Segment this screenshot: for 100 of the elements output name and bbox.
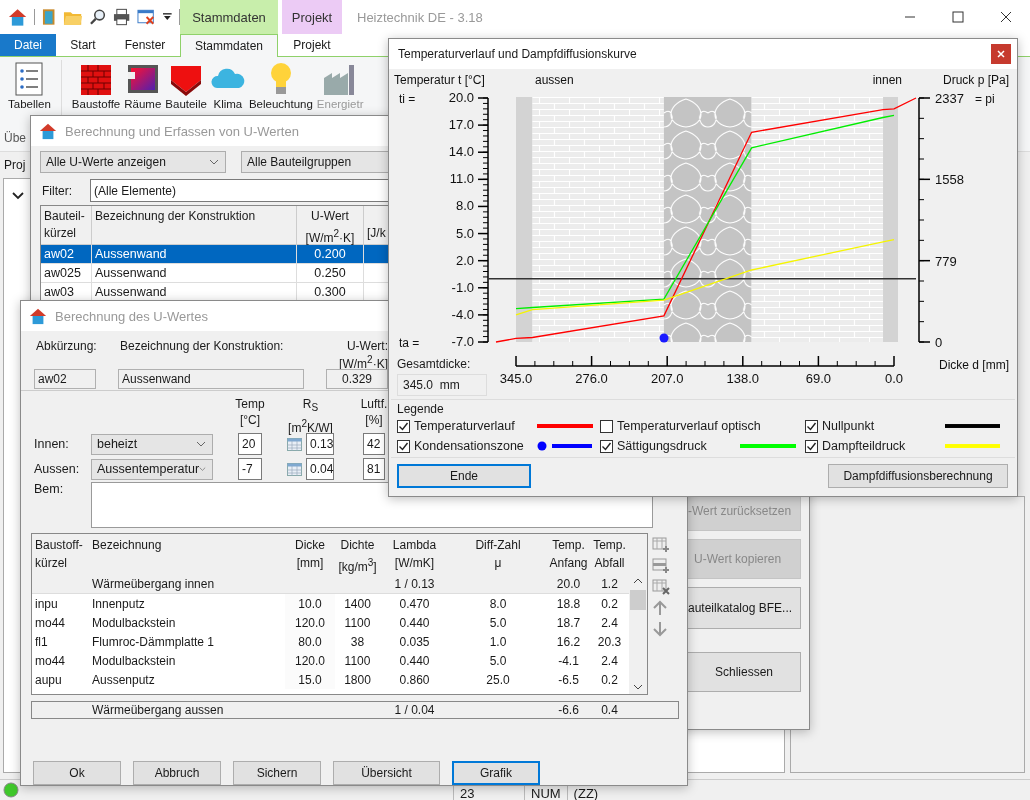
contextual-tab-header: Stammdaten <box>180 0 278 34</box>
table-cell: 0.250 <box>297 264 364 282</box>
filter-label: Filter: <box>41 183 73 198</box>
table-cell-text: Modulbackstein <box>91 652 177 670</box>
table-cell-text: 0.470 <box>398 595 431 613</box>
tick-label: 0.0 <box>884 371 904 386</box>
tick-label: 1558 <box>935 172 964 188</box>
table-cell-text: 20.3 <box>596 633 623 651</box>
legend-title: Legende <box>397 402 445 416</box>
table-cell-text: 1.0 <box>488 633 508 651</box>
tick-label: 207.0 <box>650 371 684 386</box>
checkbox-label: Temperaturverlauf optisch <box>617 419 761 433</box>
table-cell-text: 25.0 <box>485 671 511 689</box>
table-cell-text: inpu <box>34 595 59 613</box>
side-label: aussen <box>535 73 574 87</box>
table-cell: aw02 <box>41 245 92 263</box>
tick-label: 5.0 <box>455 225 474 241</box>
table-cell: aw025 <box>41 264 92 282</box>
tick-label: 779 <box>935 253 957 269</box>
tick-label: 69.0 <box>805 371 832 386</box>
window-title: Temperaturverlauf und Dampfdiffusionskurve <box>398 47 637 61</box>
table-cell-text: 18.7 <box>555 614 582 632</box>
axis-label: ta = <box>399 336 420 350</box>
contextual-tab-header: Projekt <box>282 0 342 34</box>
table-cell: 0.200 <box>297 245 364 263</box>
table-cell-text: mo44 <box>34 614 67 632</box>
column-header: R$_{S}$ <box>302 396 319 416</box>
table-cell-text: 0.2 <box>600 595 619 613</box>
table-cell-text: 0.4 <box>600 702 619 718</box>
column-header: Temp <box>235 396 265 412</box>
table-cell: 15.0 <box>285 670 335 689</box>
tick-label: -4.0 <box>451 306 474 322</box>
checkbox-label: Kondensationszone <box>414 439 524 453</box>
table-cell-text: -6.5 <box>557 671 580 689</box>
table-cell-text: Flumroc-Dämmplatte 1 <box>91 633 216 651</box>
field-label: U-Wert: <box>346 339 388 353</box>
table-cell-text: 2.4 <box>600 652 619 670</box>
table-cell-text: 0.860 <box>398 671 431 689</box>
table-cell: Aussenwand <box>92 264 297 282</box>
table-cell-text: 1800 <box>343 671 372 689</box>
table-cell: 10.0 <box>285 594 335 613</box>
table-cell-text: mo44 <box>34 652 67 670</box>
tick-label: 2337 <box>935 91 964 106</box>
table-cell-text: 5.0 <box>488 614 508 632</box>
table-cell: 120.0 <box>285 613 335 632</box>
table-cell-text: 16.2 <box>555 633 582 651</box>
table-cell-text: 1.2 <box>600 575 619 593</box>
total-thickness-field: 345.0 mm <box>397 374 487 396</box>
table-cell: 80.0 <box>285 632 335 651</box>
axis-label: ti = <box>399 92 416 106</box>
field-label: Bem: <box>34 482 65 498</box>
unit-label: [°C] <box>239 412 261 428</box>
checkbox-label: Dampfteildruck <box>822 439 906 453</box>
tick-label: 276.0 <box>575 371 608 386</box>
table-cell-text: 0.440 <box>398 614 431 632</box>
field-label: Bezeichnung der Konstruktion: <box>119 339 285 355</box>
side-label: innen <box>872 73 902 87</box>
tick-label: -7.0 <box>451 334 474 349</box>
tick-label: 17.0 <box>448 117 474 133</box>
table-cell-text: 18.8 <box>555 595 582 613</box>
tick-label: 20.0 <box>448 90 474 105</box>
table-cell-text: -6.6 <box>557 702 580 718</box>
checkbox-label: Sättigungsdruck <box>617 439 707 453</box>
table-cell-text: aupu <box>34 671 63 689</box>
tick-label: 138.0 <box>726 371 760 386</box>
column-header: Luftf. <box>360 396 388 412</box>
table-cell: 120.0 <box>285 651 335 670</box>
dialog-title: Berechnung des U-Wertes <box>55 308 208 324</box>
table-cell-text: 1400 <box>343 595 372 613</box>
panel-title: Proj <box>3 157 26 174</box>
table-cell-text: Innenputz <box>91 595 146 613</box>
tick-label: 14.0 <box>448 144 474 160</box>
axis-title: Dicke d [mm] <box>939 358 1009 372</box>
table-cell-text: fl1 <box>34 633 49 651</box>
table-cell-text: Modulbackstein <box>91 614 177 632</box>
field-label: Gesamtdicke: <box>397 357 472 371</box>
table-cell-text: Wärmeübergang aussen <box>91 702 225 718</box>
axis-label: = pi <box>975 92 995 106</box>
table-cell-text: 1 / 0.13 <box>393 575 436 593</box>
axis-title: Druck p [Pa] <box>942 73 1009 87</box>
table-cell-text: 1100 <box>343 614 372 632</box>
table-cell-text: 1100 <box>343 652 372 670</box>
group-label: Übe <box>4 131 26 145</box>
axis-title: Temperatur t [°C] <box>394 73 485 87</box>
table-cell-text: 0.035 <box>398 633 431 651</box>
table-cell-text: Aussenputz <box>91 671 156 689</box>
window-title: Heiztechnik DE - 3.18 <box>357 9 483 25</box>
checkbox-label: Temperaturverlauf <box>414 419 515 433</box>
unit-label: [%] <box>365 412 383 428</box>
table-cell-text: 38 <box>349 633 366 651</box>
row-label: Aussen: <box>34 462 81 476</box>
table-cell-text: 0.440 <box>398 652 431 670</box>
dialog-title: Berechnung und Erfassen von U-Werten <box>65 123 299 139</box>
table-cell-text: 8.0 <box>488 595 508 613</box>
table-cell-text: 5.0 <box>488 652 508 670</box>
table-cell: Aussenwand <box>92 245 297 263</box>
table-cell-text: -4.1 <box>557 652 580 670</box>
table-cell-text: 0.2 <box>600 671 619 689</box>
table-cell-text: Wärmeübergang innen <box>91 575 216 593</box>
tick-label: 345.0 <box>499 371 533 386</box>
